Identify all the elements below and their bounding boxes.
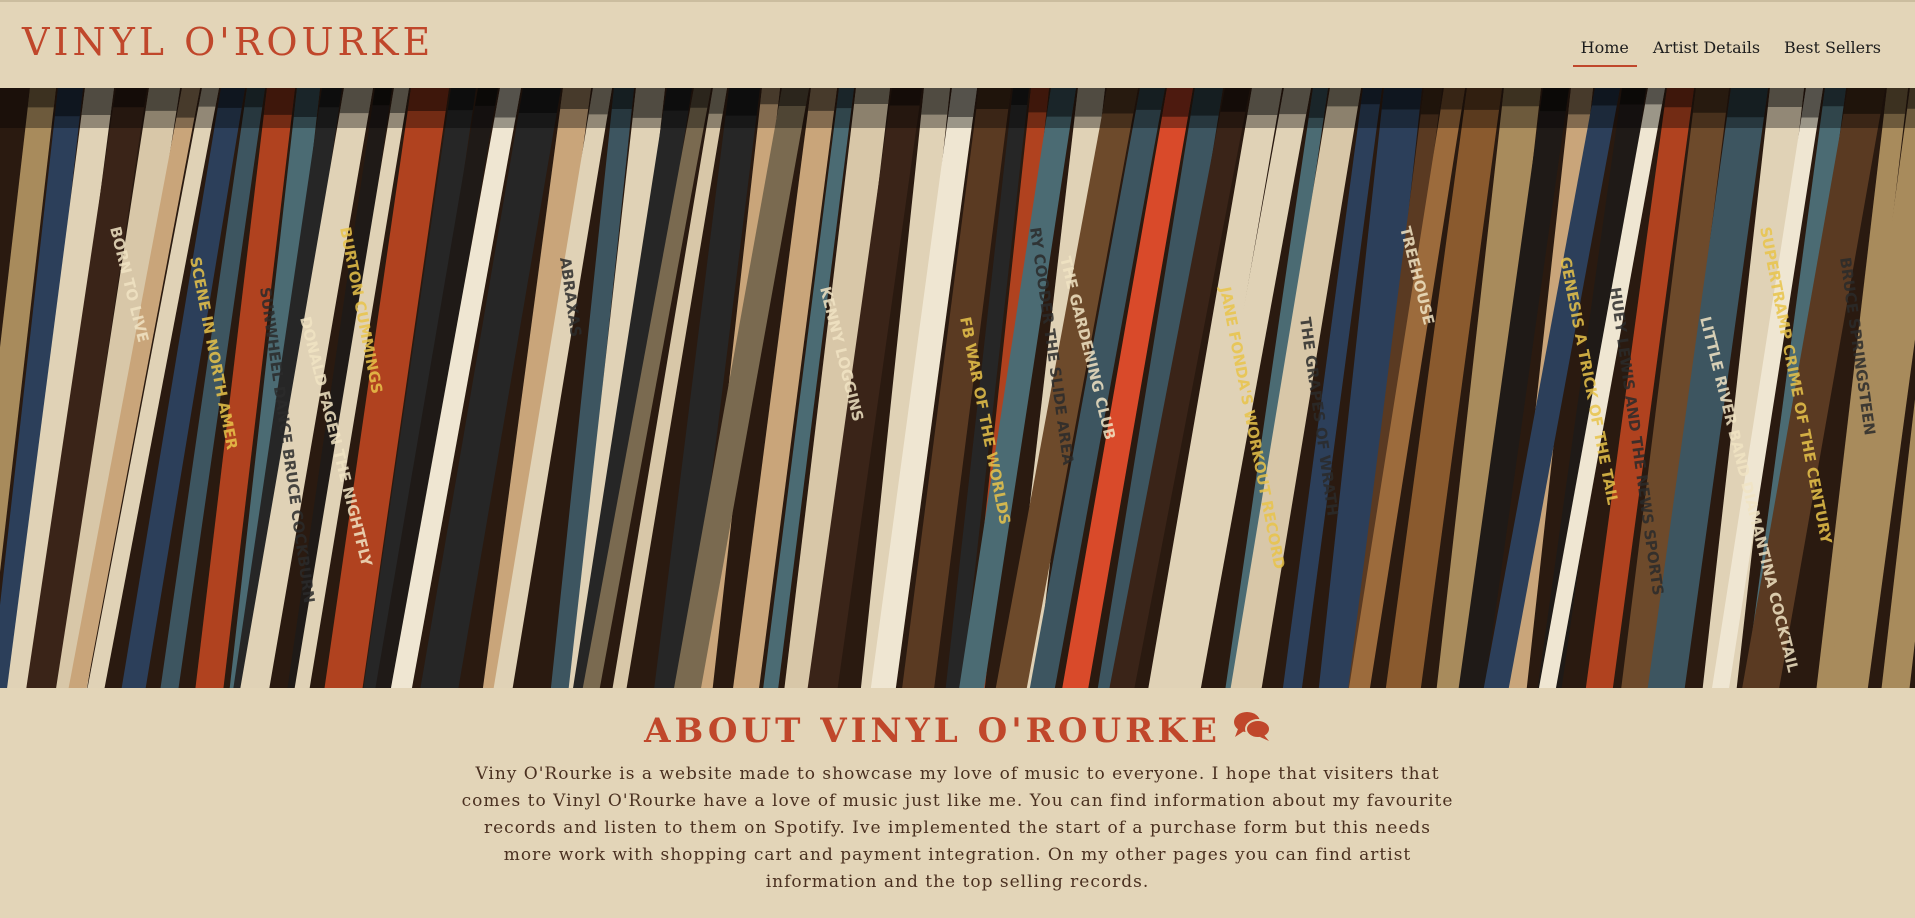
about-section: ABOUT VINYL O'ROURKE Viny O'Rourke is a … — [0, 688, 1915, 918]
nav-link-artist-details[interactable]: Artist Details — [1649, 36, 1764, 67]
about-description: Viny O'Rourke is a website made to showc… — [461, 764, 1454, 892]
nav-link-home[interactable]: Home — [1572, 36, 1638, 67]
navbar: VINYL O'ROURKE Home Artist Details Best … — [0, 2, 1915, 88]
site-brand-link[interactable]: VINYL O'ROURKE — [22, 20, 434, 64]
record-sleeves-illustration: BORN TO LIVE SCENE IN NORTH AMER SUNWHEEL … — [0, 88, 1915, 688]
nav-links: Home Artist Details Best Sellers — [1572, 36, 1885, 67]
hero-image: BORN TO LIVE SCENE IN NORTH AMER SUNWHEEL … — [0, 88, 1915, 688]
about-title-text: ABOUT VINYL O'ROURKE — [644, 710, 1221, 751]
about-title: ABOUT VINYL O'ROURKE — [644, 710, 1271, 751]
hero-top-shadow — [0, 88, 1915, 128]
comments-icon — [1233, 710, 1271, 751]
nav-link-best-sellers[interactable]: Best Sellers — [1780, 36, 1885, 67]
